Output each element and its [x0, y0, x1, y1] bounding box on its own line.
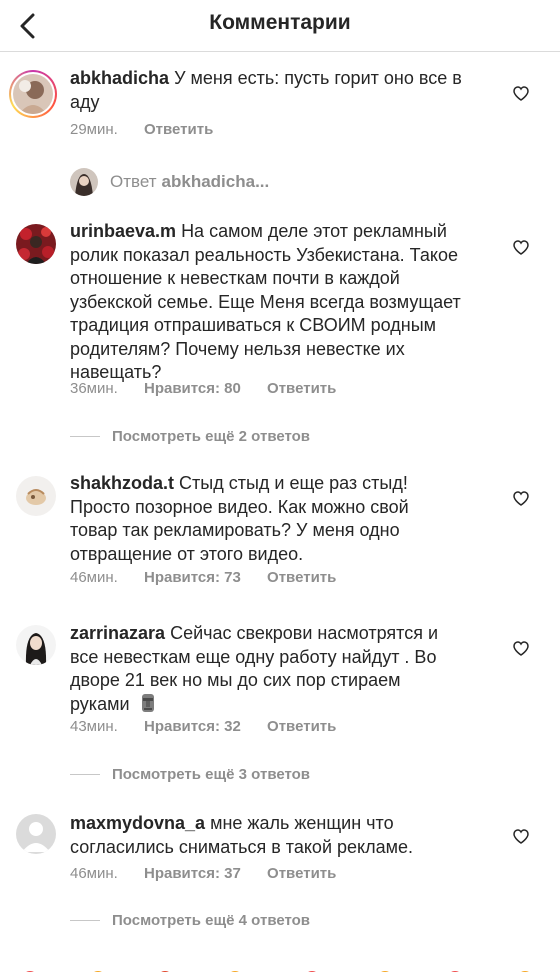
comment-time: 29мин. — [70, 121, 118, 138]
comment-meta: 36мин. Нравится: 80 Ответить — [70, 380, 358, 397]
comment-body-cont: аду — [70, 91, 100, 112]
comment-meta: 46мин. Нравится: 37 Ответить — [70, 865, 358, 882]
view-replies-label: Посмотреть ещё 3 ответов — [112, 766, 311, 783]
comment-text: maxmydovna_a мне жаль женщин что согласи… — [70, 812, 490, 859]
emoji-strip — [0, 964, 560, 972]
comment-body-cont: ролик показал реальность Узбекистана. Та… — [70, 244, 458, 265]
view-replies-label: Посмотреть ещё 2 ответов — [112, 428, 311, 445]
comment-text: abkhadicha У меня есть: пусть горит оно … — [70, 67, 490, 114]
comment-body-cont: отвращение от этого видео. — [70, 543, 304, 564]
reply-button[interactable]: Ответить — [267, 718, 336, 735]
reply-prompt[interactable]: Ответ abkhadicha... — [70, 168, 269, 196]
comment-body-cont: дворе 21 век но мы до сих пор стираем — [70, 670, 401, 690]
avatar — [70, 168, 98, 196]
view-replies-label: Посмотреть ещё 4 ответов — [112, 912, 311, 929]
comment-text: urinbaeva.m На самом деле этот рекламный… — [70, 220, 490, 385]
comment-body: У меня есть: пусть горит оно все в — [174, 68, 462, 88]
heart-icon[interactable] — [513, 641, 529, 656]
heart-icon[interactable] — [513, 86, 529, 101]
comment-username[interactable]: urinbaeva.m — [70, 221, 176, 241]
page-title: Комментарии — [209, 11, 351, 34]
comment-username[interactable]: abkhadicha — [70, 68, 169, 88]
comment-body-cont: согласились сниматься в такой рекламе. — [70, 836, 414, 857]
heart-icon[interactable] — [513, 829, 529, 844]
comment-body: Стыд стыд и еще раз стыд! — [179, 473, 408, 493]
reply-button[interactable]: Ответить — [267, 569, 336, 586]
comment-body-cont: узбекской семье. Еще Меня всегда возмуща… — [70, 291, 461, 312]
comment-body: Сейчас свекрови насмотрятся и — [170, 623, 439, 643]
view-replies-button[interactable]: Посмотреть ещё 3 ответов — [70, 766, 310, 783]
likes-count[interactable]: Нравится: 73 — [144, 569, 241, 586]
comment-username[interactable]: zarrinazara — [70, 623, 165, 643]
comment-body-cont: отношение к невесткам почти в каждой — [70, 268, 400, 288]
heart-icon[interactable] — [513, 240, 529, 255]
comment-time: 46мин. — [70, 865, 118, 882]
view-replies-button[interactable]: Посмотреть ещё 4 ответов — [70, 912, 310, 929]
header-bar: Комментарии — [0, 0, 560, 52]
avatar[interactable] — [16, 814, 56, 854]
reply-prompt-username: abkhadicha... — [161, 172, 270, 191]
comment-body-cont: навещать? — [70, 362, 162, 382]
divider-line — [70, 436, 100, 437]
comment-username[interactable]: shakhzoda.t — [70, 473, 174, 493]
comment-body-cont: все невесткам еще одну работу найдут . В… — [70, 646, 437, 667]
comment-body-cont: родителям? Почему нельзя невестке их — [70, 338, 405, 359]
comment-body-cont: товар так рекламировать? У меня одно — [70, 520, 400, 540]
comment-meta: 29мин. Ответить — [70, 121, 235, 138]
comment-body-cont: руками — [70, 693, 130, 714]
reply-prompt-label: Ответ — [110, 172, 157, 191]
reply-button[interactable]: Ответить — [267, 865, 336, 882]
divider-line — [70, 774, 100, 775]
comment-text: zarrinazara Сейчас свекрови насмотрятся … — [70, 622, 490, 716]
divider-line — [70, 920, 100, 921]
comment-body: На самом деле этот рекламный — [181, 221, 447, 241]
avatar[interactable] — [16, 476, 56, 516]
comment-body-cont: традиция отпрашиваться к СВОИМ родным — [70, 315, 437, 335]
heart-icon[interactable] — [513, 491, 529, 506]
comment-time: 46мин. — [70, 569, 118, 586]
avatar[interactable] — [9, 70, 57, 118]
comment-time: 43мин. — [70, 718, 118, 735]
reply-button[interactable]: Ответить — [267, 380, 336, 397]
likes-count[interactable]: Нравится: 37 — [144, 865, 241, 882]
comment-meta: 43мин. Нравится: 32 Ответить — [70, 718, 358, 735]
avatar[interactable] — [16, 625, 56, 665]
comment-body: мне жаль женщин что — [210, 813, 394, 833]
avatar[interactable] — [16, 224, 56, 264]
comment-text: shakhzoda.t Стыд стыд и еще раз стыд! Пр… — [70, 472, 490, 566]
reply-button[interactable]: Ответить — [144, 121, 213, 138]
likes-count[interactable]: Нравится: 32 — [144, 718, 241, 735]
comment-time: 36мин. — [70, 380, 118, 397]
comment-username[interactable]: maxmydovna_a — [70, 813, 205, 833]
moai-icon — [141, 693, 154, 712]
comment-body-cont: Просто позорное видео. Как можно свой — [70, 496, 409, 517]
likes-count[interactable]: Нравится: 80 — [144, 380, 241, 397]
view-replies-button[interactable]: Посмотреть ещё 2 ответов — [70, 428, 310, 445]
comment-meta: 46мин. Нравится: 73 Ответить — [70, 569, 358, 586]
